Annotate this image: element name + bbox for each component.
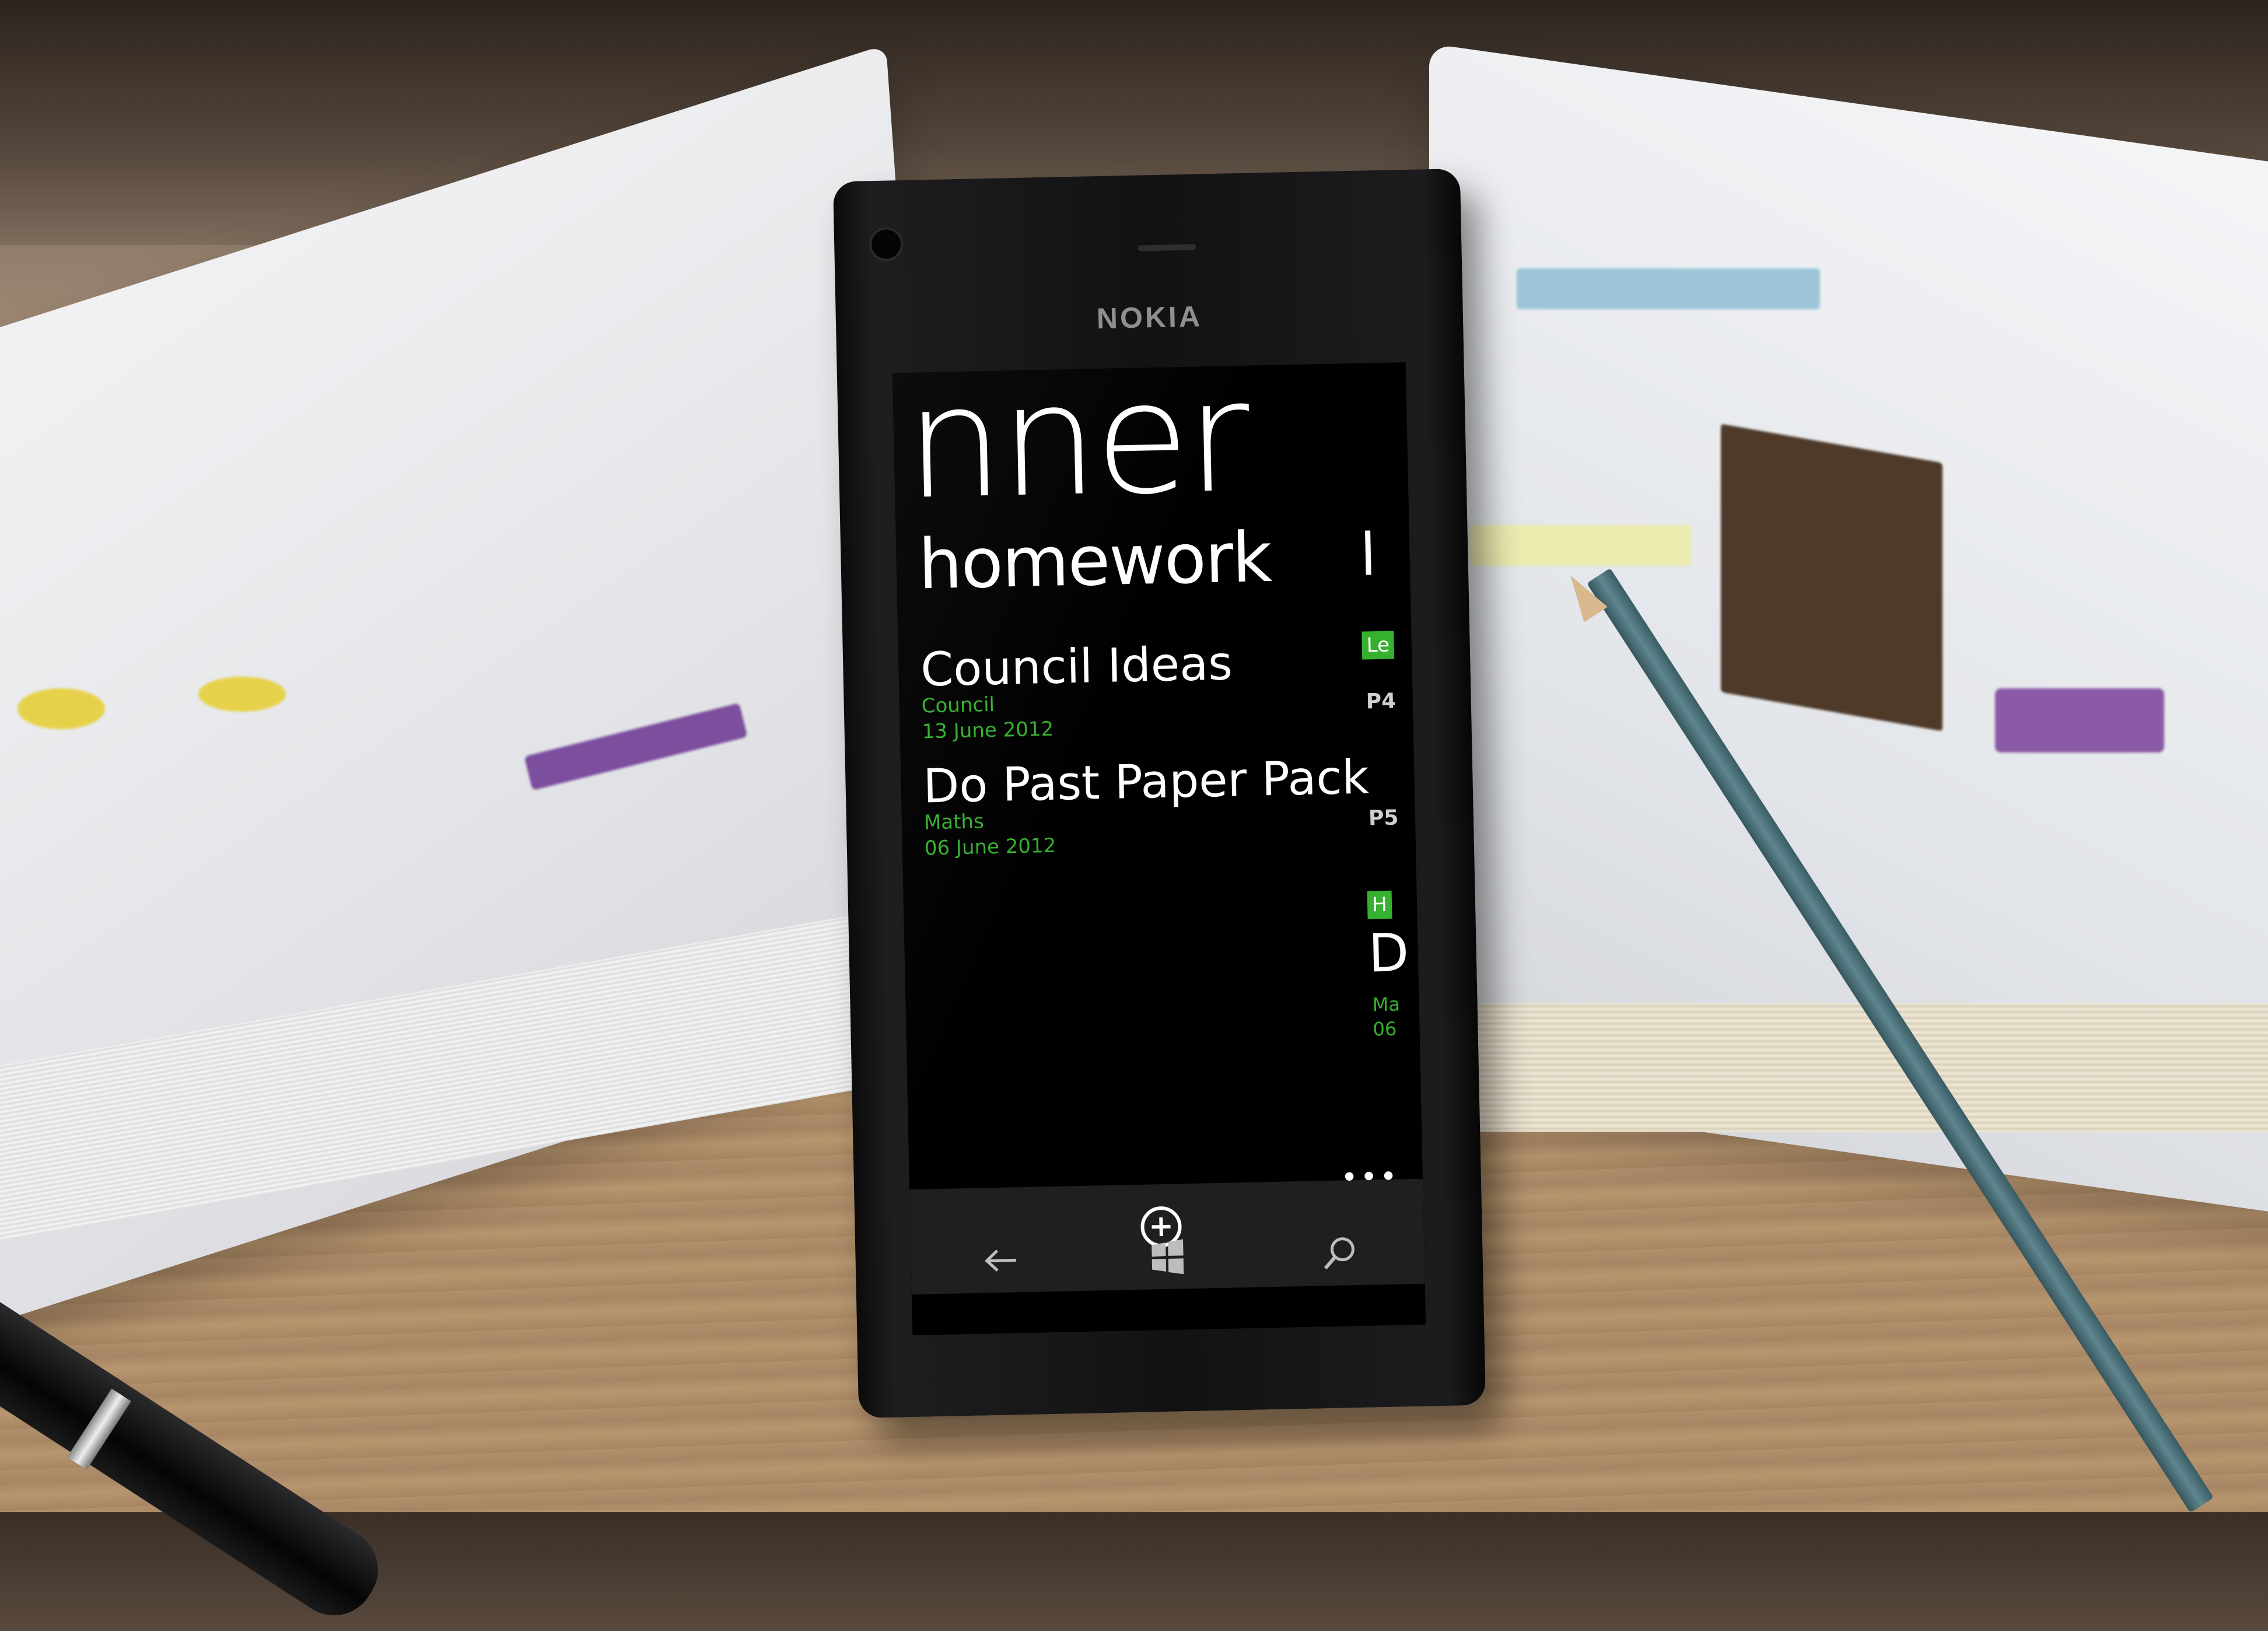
period-label-peek: P4 (1366, 689, 1396, 714)
nokia-phone: NOKIA nner homework Council Ideas Counci… (832, 168, 1486, 1419)
homework-item[interactable]: Council Ideas Council 13 June 2012 (920, 636, 1234, 745)
brand-logo: NOKIA (1096, 300, 1203, 335)
headphone-jack (869, 227, 904, 262)
homework-title: Council Ideas (920, 636, 1233, 697)
blue-highlight (1517, 268, 1820, 309)
item-date-peek: 06 (1373, 1017, 1397, 1041)
homework-title: Do Past Paper Pack (922, 750, 1370, 814)
windows-logo-icon[interactable] (1141, 1230, 1195, 1284)
lesson-tag-peek: Le (1362, 631, 1395, 660)
phone-screen: nner homework Council Ideas Council 13 J… (892, 362, 1426, 1336)
next-pivot-header-peek[interactable]: l (1359, 520, 1377, 589)
pivot-header-homework[interactable]: homework (918, 517, 1272, 605)
purple-highlight (1995, 688, 2164, 752)
book-page-edges-right (1435, 1003, 2268, 1132)
photo-in-book (1721, 424, 1943, 732)
homework-tag-peek: H (1367, 890, 1392, 919)
back-arrow-icon[interactable] (975, 1234, 1028, 1287)
item-subtitle-peek: Ma 06 (1372, 992, 1401, 1041)
homework-item[interactable]: Do Past Paper Pack Maths 06 June 2012 (922, 750, 1370, 861)
app-title: nner (904, 362, 1248, 534)
yellow-diagram-dot (18, 688, 105, 729)
earpiece-speaker (1138, 244, 1196, 251)
item-subject-peek: Ma (1372, 993, 1401, 1016)
item-title-peek: D (1367, 922, 1410, 985)
search-icon[interactable] (1313, 1227, 1367, 1280)
more-options-button[interactable]: ••• (1340, 1160, 1400, 1195)
period-label-peek: P5 (1368, 806, 1399, 831)
yellow-highlight (1470, 525, 1692, 566)
yellow-diagram-dot (198, 677, 286, 712)
